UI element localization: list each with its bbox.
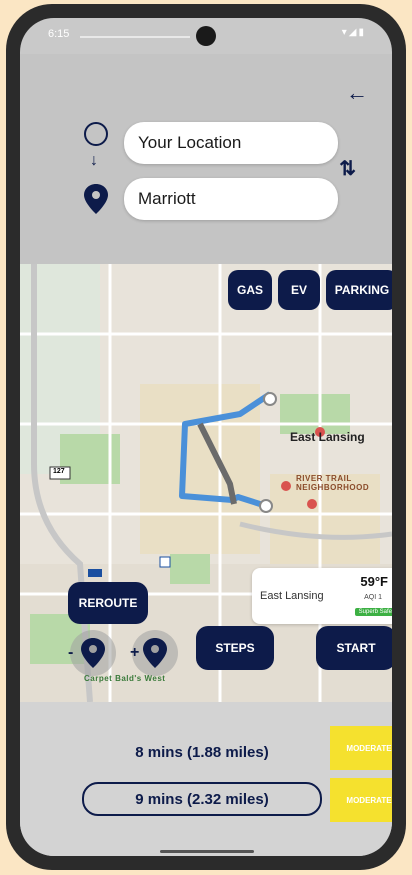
weather-quality-badge: Superb Safe <box>354 608 392 616</box>
steps-button[interactable]: STEPS <box>196 626 274 670</box>
status-time: 6:15 <box>48 28 70 40</box>
origin-input[interactable]: Your Location <box>124 122 338 164</box>
pin-minus-button[interactable]: - <box>68 630 116 676</box>
map-label-east-lansing: East Lansing <box>290 430 365 444</box>
traffic-badge-2: MODERATE <box>330 778 392 822</box>
status-bar: 6:15 ▾◢▮ <box>20 18 392 54</box>
home-indicator[interactable] <box>160 850 254 853</box>
map-pin-icon <box>143 638 167 668</box>
camera-cutout <box>196 26 216 46</box>
down-arrow-icon: ↓ <box>90 152 98 169</box>
weather-card: East Lansing 59°F AQI 1 Superb Safe <box>252 568 392 624</box>
phone-frame: 6:15 ▾◢▮ ← ↓ Your Location Marriott ⇅ Ea… <box>6 4 406 870</box>
swap-icon[interactable]: ⇅ <box>339 156 356 181</box>
route-option-1[interactable]: 8 mins (1.88 miles) <box>82 736 322 768</box>
traffic-badge-1: MODERATE <box>330 726 392 770</box>
map-label-neighborhood: RIVER TRAIL NEIGHBORHOOD <box>296 474 370 492</box>
weather-city: East Lansing <box>260 590 324 602</box>
weather-temperature: 59°F <box>360 574 388 589</box>
parking-filter-button[interactable]: PARKING <box>326 270 392 310</box>
plus-icon: + <box>130 644 140 661</box>
destination-pin-icon <box>84 184 108 219</box>
ev-filter-button[interactable]: EV <box>278 270 320 310</box>
status-divider <box>80 36 190 38</box>
start-button[interactable]: START <box>316 626 392 670</box>
highway-shield: 127 <box>53 468 65 475</box>
map-pin-icon <box>81 638 105 668</box>
weather-aqi: AQI 1 <box>364 594 382 601</box>
back-arrow-icon[interactable]: ← <box>346 80 368 106</box>
origin-circle-icon <box>84 122 108 146</box>
route-option-2[interactable]: 9 mins (2.32 miles) <box>82 782 322 816</box>
pin-plus-button[interactable]: + <box>130 630 178 676</box>
status-icons: ▾◢▮ <box>341 27 366 38</box>
destination-input[interactable]: Marriott <box>124 178 338 220</box>
app-screen: 6:15 ▾◢▮ ← ↓ Your Location Marriott ⇅ Ea… <box>20 18 392 856</box>
minus-icon: - <box>68 644 74 661</box>
destination-value: Marriott <box>138 189 196 208</box>
gas-filter-button[interactable]: GAS <box>228 270 272 310</box>
origin-value: Your Location <box>138 133 242 152</box>
reroute-button[interactable]: REROUTE <box>68 582 148 624</box>
